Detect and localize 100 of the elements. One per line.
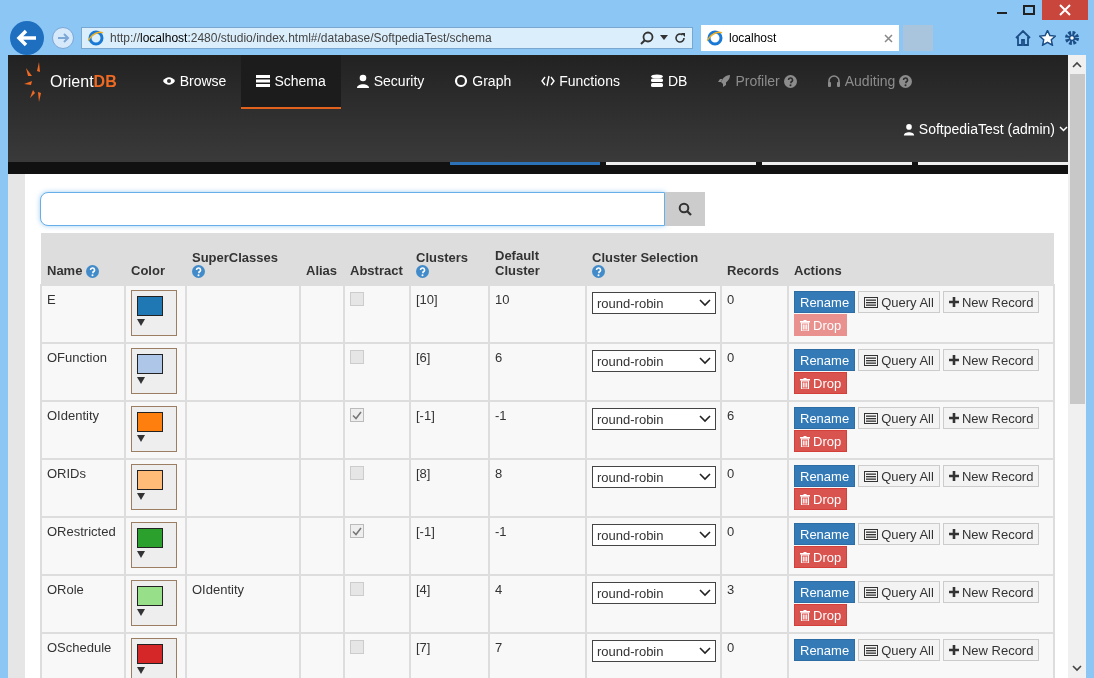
caret-icon <box>137 551 145 558</box>
color-picker[interactable] <box>131 348 177 394</box>
query-all-button[interactable]: Query All <box>858 407 940 429</box>
abstract-checkbox[interactable] <box>350 466 364 480</box>
column-header: Records <box>727 263 780 278</box>
address-bar[interactable]: http://localhost:2480/studio/index.html#/database/SoftpediaTest/schema <box>81 27 693 49</box>
drop-button[interactable]: Drop <box>794 546 848 568</box>
plus-icon <box>948 471 959 481</box>
nav-tab[interactable]: Schema <box>241 55 341 109</box>
home-icon[interactable] <box>1015 30 1031 46</box>
cluster-selection-dropdown[interactable]: round-robin <box>592 582 716 604</box>
trash-icon <box>800 377 810 389</box>
cluster-selection-dropdown[interactable]: round-robin <box>592 408 716 430</box>
help-icon[interactable] <box>192 265 205 278</box>
search-button[interactable] <box>665 192 705 226</box>
rename-button[interactable]: Rename <box>794 291 856 313</box>
new-record-button[interactable]: New Record <box>942 581 1040 603</box>
eye-icon <box>161 74 176 88</box>
records-count: 0 <box>727 640 735 655</box>
new-record-button[interactable]: New Record <box>942 639 1040 661</box>
star-icon[interactable] <box>1039 30 1056 46</box>
abstract-checkbox[interactable] <box>350 524 364 538</box>
cluster-selection-dropdown[interactable]: round-robin <box>592 640 716 662</box>
list-icon <box>256 74 271 88</box>
rename-button[interactable]: Rename <box>794 639 856 661</box>
drop-button[interactable]: Drop <box>794 372 848 394</box>
scroll-down-icon[interactable] <box>1072 665 1082 672</box>
records-count: 0 <box>727 292 735 307</box>
user-menu[interactable]: SoftpediaTest (admin) <box>902 121 1068 137</box>
column-header: Alias <box>306 263 338 278</box>
search-icon <box>678 202 692 216</box>
new-record-button[interactable]: New Record <box>942 523 1040 545</box>
rename-button[interactable]: Rename <box>794 349 856 371</box>
cluster-selection-dropdown[interactable]: round-robin <box>592 466 716 488</box>
list-icon <box>864 412 879 424</box>
clusters-value: [10] <box>416 292 438 307</box>
close-icon[interactable] <box>1042 0 1088 20</box>
caret-icon <box>137 377 145 384</box>
abstract-checkbox[interactable] <box>350 640 364 654</box>
nav-tab[interactable]: DB <box>634 55 703 109</box>
plus-icon <box>948 587 959 597</box>
color-picker[interactable] <box>131 638 177 678</box>
vertical-scrollbar[interactable] <box>1068 55 1086 678</box>
new-record-button[interactable]: New Record <box>942 407 1040 429</box>
rename-button[interactable]: Rename <box>794 465 856 487</box>
query-all-button[interactable]: Query All <box>858 581 940 603</box>
rename-button[interactable]: Rename <box>794 407 856 429</box>
help-icon[interactable] <box>416 265 429 278</box>
nav-tab[interactable]: Browse <box>146 55 242 109</box>
nav-tab[interactable]: Security <box>340 55 440 109</box>
drop-button[interactable]: Drop <box>794 430 848 452</box>
new-record-button[interactable]: New Record <box>942 465 1040 487</box>
cluster-selection-dropdown[interactable]: round-robin <box>592 524 716 546</box>
query-all-button[interactable]: Query All <box>858 523 940 545</box>
plus-icon <box>948 297 959 307</box>
new-record-button[interactable]: New Record <box>942 291 1040 313</box>
caret-icon <box>137 493 145 500</box>
class-name: OIdentity <box>47 408 100 423</box>
abstract-checkbox[interactable] <box>350 350 364 364</box>
abstract-checkbox[interactable] <box>350 582 364 596</box>
new-record-button[interactable]: New Record <box>942 349 1040 371</box>
abstract-checkbox[interactable] <box>350 292 364 306</box>
close-icon[interactable] <box>884 33 893 43</box>
query-all-button[interactable]: Query All <box>858 465 940 487</box>
search-field[interactable] <box>40 192 665 226</box>
color-picker[interactable] <box>131 580 177 626</box>
nav-tab[interactable]: Graph <box>439 55 527 109</box>
scroll-up-icon[interactable] <box>1072 61 1082 68</box>
query-all-button[interactable]: Query All <box>858 349 940 371</box>
plus-icon <box>948 645 959 655</box>
color-picker[interactable] <box>131 464 177 510</box>
color-picker[interactable] <box>131 290 177 336</box>
browser-tab[interactable]: localhost <box>701 25 899 51</box>
chevron-down-icon <box>699 415 711 423</box>
search-icon[interactable] <box>640 31 654 45</box>
column-header: Abstract <box>350 263 403 278</box>
clusters-value: [-1] <box>416 408 435 423</box>
rename-button[interactable]: Rename <box>794 523 856 545</box>
help-icon[interactable] <box>592 265 605 278</box>
color-picker[interactable] <box>131 406 177 452</box>
cluster-selection-dropdown[interactable]: round-robin <box>592 292 716 314</box>
query-all-button[interactable]: Query All <box>858 639 940 661</box>
abstract-checkbox[interactable] <box>350 408 364 422</box>
nav-tab[interactable]: Functions <box>526 55 635 109</box>
rename-button[interactable]: Rename <box>794 581 856 603</box>
caret-icon[interactable] <box>660 35 668 41</box>
color-picker[interactable] <box>131 522 177 568</box>
caret-icon <box>137 319 145 326</box>
list-icon <box>864 354 879 366</box>
settings-icon[interactable] <box>1064 30 1080 46</box>
class-name: ORIDs <box>47 466 86 481</box>
refresh-icon[interactable] <box>674 32 686 44</box>
back-button[interactable] <box>9 20 45 56</box>
cluster-selection-dropdown[interactable]: round-robin <box>592 350 716 372</box>
drop-button[interactable]: Drop <box>794 488 848 510</box>
column-header: Name <box>47 263 83 278</box>
list-icon <box>864 528 879 540</box>
drop-button[interactable]: Drop <box>794 604 848 626</box>
query-all-button[interactable]: Query All <box>858 291 940 313</box>
help-icon[interactable] <box>86 265 100 278</box>
